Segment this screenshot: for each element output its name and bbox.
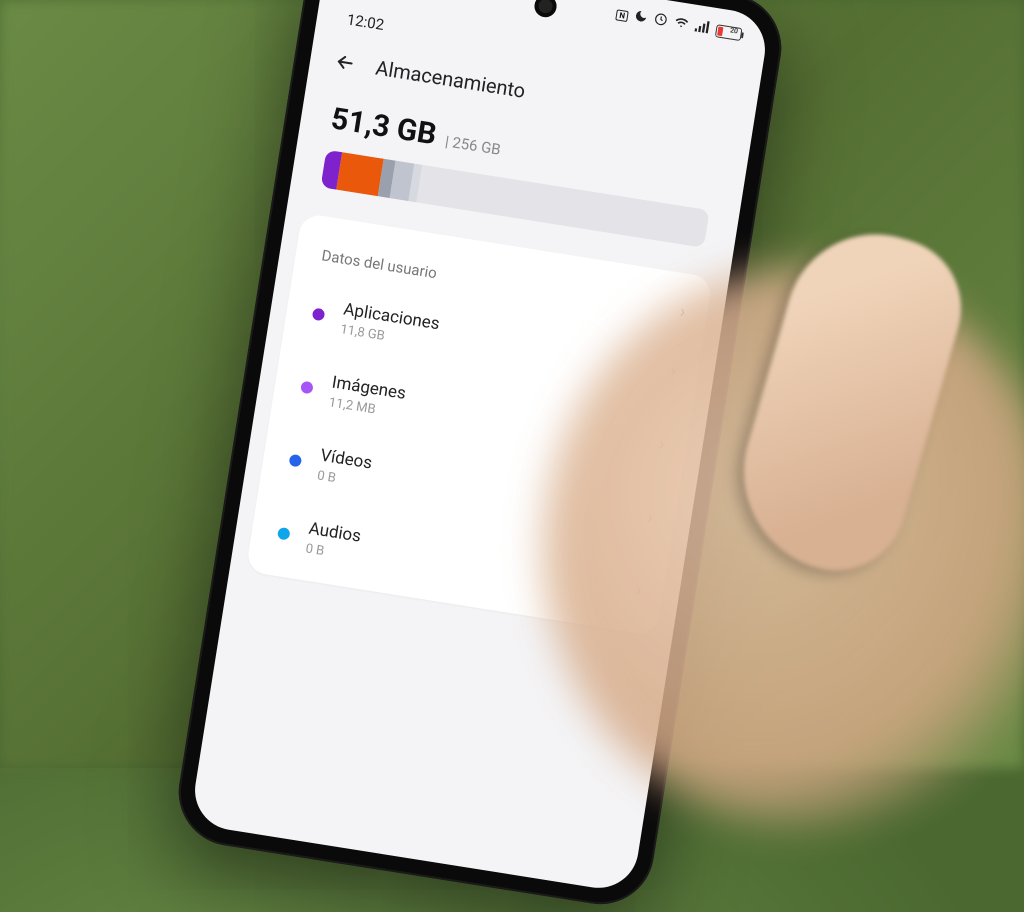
- battery-percent: 20: [729, 26, 738, 35]
- chevron-right-icon: ›: [658, 433, 667, 455]
- battery-icon: 20: [715, 24, 743, 41]
- wifi-icon: [672, 14, 691, 34]
- dot-icon: [277, 527, 291, 541]
- back-arrow-icon[interactable]: [333, 50, 358, 75]
- dot-icon: [312, 308, 326, 322]
- chevron-right-icon: ›: [669, 360, 678, 382]
- signal-icon: [694, 18, 711, 37]
- dot-icon: [300, 381, 314, 395]
- chevron-right-icon: ›: [634, 579, 643, 601]
- storage-seg-system: [336, 152, 384, 196]
- dnd-moon-icon: [633, 8, 650, 28]
- chevron-right-icon: ›: [678, 301, 687, 323]
- dot-icon: [289, 454, 303, 468]
- chevron-right-icon: ›: [646, 506, 655, 528]
- categories-card: Datos del usuario › Aplicaciones 11,8 GB…: [245, 213, 713, 637]
- storage-used-value: 51,3 GB: [329, 101, 439, 152]
- clock-icon: [652, 11, 669, 31]
- nfc-icon: N: [616, 9, 629, 22]
- storage-total-value: | 256 GB: [444, 132, 502, 159]
